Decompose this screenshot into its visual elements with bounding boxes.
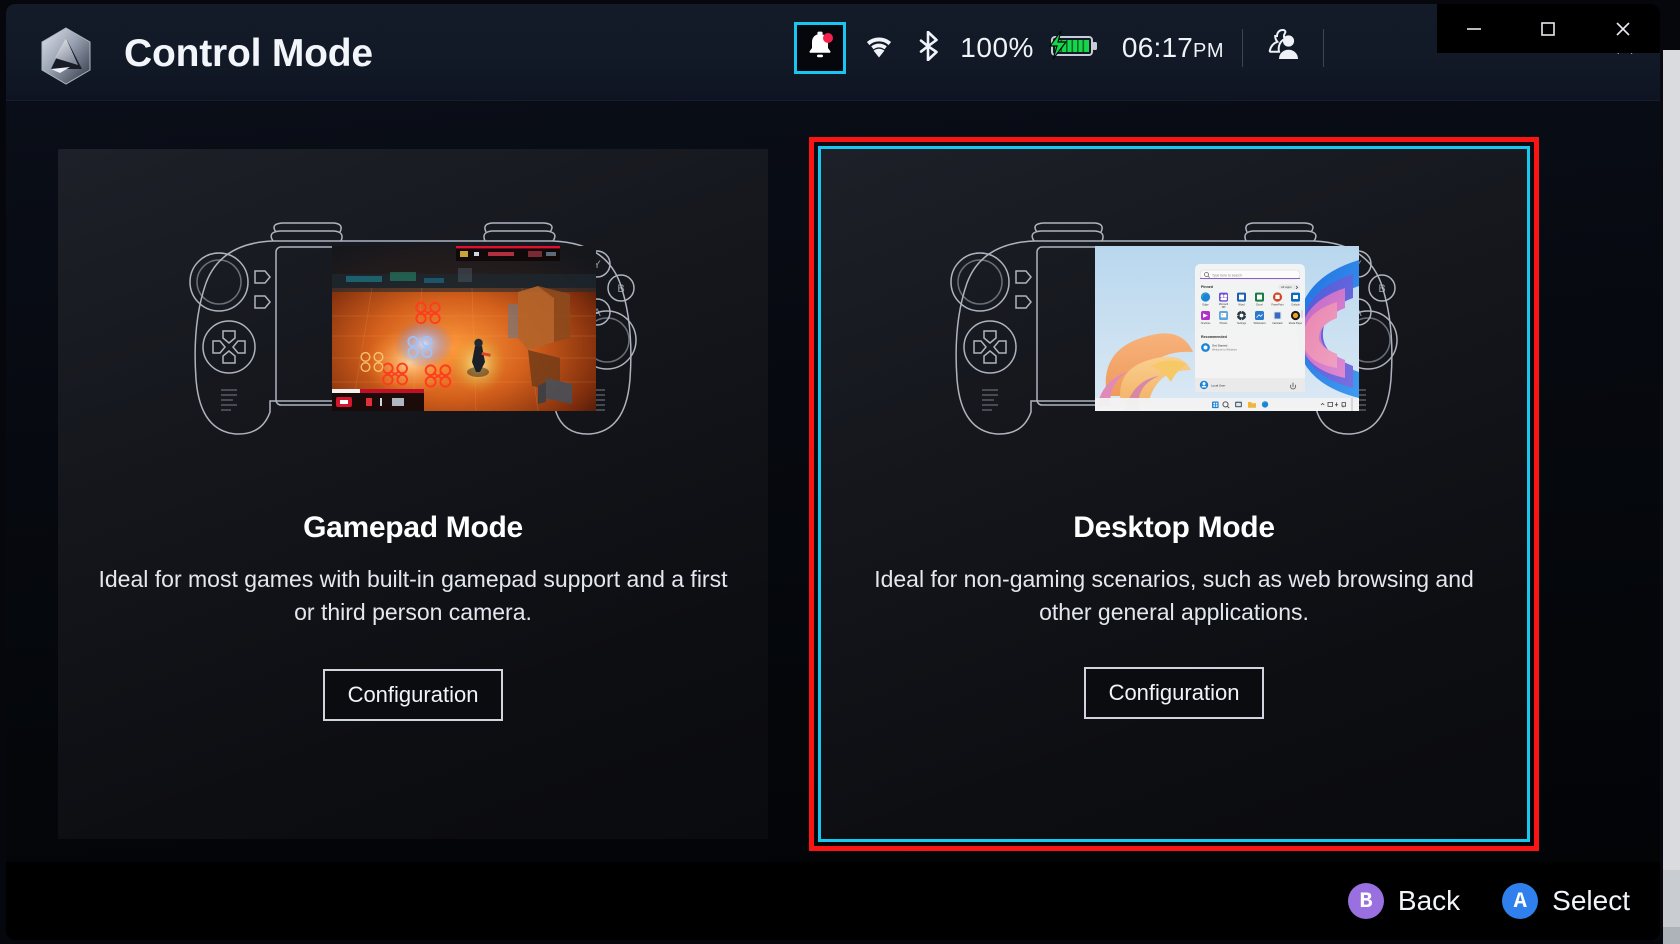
- svg-text:Recommended: Recommended: [1201, 335, 1227, 339]
- gamepad-a-button-icon: A: [1502, 883, 1539, 919]
- page-title: Control Mode: [124, 32, 373, 75]
- control-mode-app: Control Mode 100% 06:17PM Y B A Gamepad …: [0, 0, 1680, 944]
- svg-text:Calculator: Calculator: [1272, 322, 1283, 325]
- divider: [1242, 29, 1243, 67]
- svg-text:Media Player: Media Player: [1289, 322, 1303, 325]
- divider-2: [1323, 29, 1324, 67]
- game-screenshot-preview: [332, 246, 596, 411]
- bluetooth-icon: [918, 30, 940, 66]
- svg-text:Outlook: Outlook: [1291, 304, 1300, 307]
- mode-card-desktop[interactable]: YX BA: [821, 149, 1527, 839]
- status-bar: 100% 06:17PM: [794, 18, 1342, 78]
- page-scrollbar[interactable]: [1663, 50, 1680, 944]
- mode-cards: YX BA: [6, 101, 1660, 940]
- svg-text:OneNote: OneNote: [1201, 322, 1211, 325]
- clock-period: PM: [1193, 40, 1224, 62]
- clock-time: 06:17: [1121, 32, 1193, 63]
- user-profile-icon[interactable]: [1261, 26, 1305, 70]
- svg-text:Local User: Local User: [1211, 383, 1225, 387]
- svg-text:All apps: All apps: [1281, 285, 1292, 289]
- select-button-label: Select: [1552, 885, 1630, 916]
- footer-bar: B Back A Select: [6, 862, 1660, 940]
- unread-dot-icon: [823, 32, 834, 43]
- wifi-icon: [862, 33, 896, 64]
- configuration-button-desktop[interactable]: Configuration: [1084, 667, 1264, 719]
- svg-text:Microsoft: Microsoft: [1219, 303, 1229, 306]
- os-titlebar: [1437, 4, 1660, 53]
- battery-percent-label: 100%: [960, 32, 1034, 63]
- svg-text:Edge: Edge: [1202, 303, 1209, 307]
- svg-text:Welcome to Windows: Welcome to Windows: [1212, 348, 1238, 352]
- scrollbar-down-arrow[interactable]: [1663, 927, 1680, 944]
- svg-text:Whiteboard: Whiteboard: [1254, 322, 1266, 325]
- card-description-gamepad: Ideal for most games with built-in gamep…: [98, 566, 728, 625]
- armoury-crate-hex-logo-icon: [39, 27, 93, 85]
- app-window: Control Mode 100% 06:17PM Y B A Gamepad …: [6, 4, 1660, 940]
- svg-text:Get Started: Get Started: [1212, 344, 1228, 348]
- gamepad-b-button-icon: B: [1347, 883, 1384, 919]
- card-title-desktop: Desktop Mode: [1073, 511, 1275, 544]
- app-header: Control Mode 100% 06:17PM: [6, 4, 1660, 101]
- mode-card-gamepad[interactable]: YX BA: [58, 149, 768, 839]
- os-close-button[interactable]: [1586, 4, 1660, 53]
- os-minimize-button[interactable]: [1437, 4, 1511, 53]
- card-description-desktop: Ideal for non-gaming scenarios, such as …: [874, 566, 1474, 625]
- notification-bell-button[interactable]: [794, 22, 847, 74]
- back-button[interactable]: B Back: [1347, 883, 1461, 919]
- back-button-label: Back: [1397, 885, 1461, 916]
- scrollbar-thumb[interactable]: [1663, 50, 1680, 870]
- svg-text:Pinned: Pinned: [1201, 285, 1213, 289]
- windows-desktop-preview: Type here to search Pinned All apps Edge…: [1095, 246, 1359, 411]
- svg-text:Excel: Excel: [1256, 303, 1263, 307]
- battery-charging-icon: [1044, 30, 1100, 66]
- desktop-device-illustration: YX BA: [821, 149, 1527, 509]
- bell-icon: [806, 31, 834, 66]
- svg-text:B: B: [617, 283, 624, 295]
- svg-text:Type here to search: Type here to search: [1212, 273, 1242, 277]
- configuration-button-gamepad[interactable]: Configuration: [323, 669, 503, 721]
- svg-text:Word: Word: [1238, 303, 1245, 307]
- clock: 06:17PM: [1122, 32, 1224, 64]
- main-content: YX BA: [6, 101, 1660, 940]
- svg-text:B: B: [1378, 283, 1385, 295]
- os-maximize-button[interactable]: [1511, 4, 1585, 53]
- svg-text:PowerPoint: PowerPoint: [1271, 304, 1284, 307]
- svg-text:Settings: Settings: [1237, 322, 1247, 325]
- svg-text:Photos: Photos: [1220, 322, 1229, 325]
- card-title-gamepad: Gamepad Mode: [303, 511, 523, 544]
- select-button[interactable]: A Select: [1502, 883, 1630, 919]
- gamepad-device-illustration: YX BA: [58, 149, 768, 509]
